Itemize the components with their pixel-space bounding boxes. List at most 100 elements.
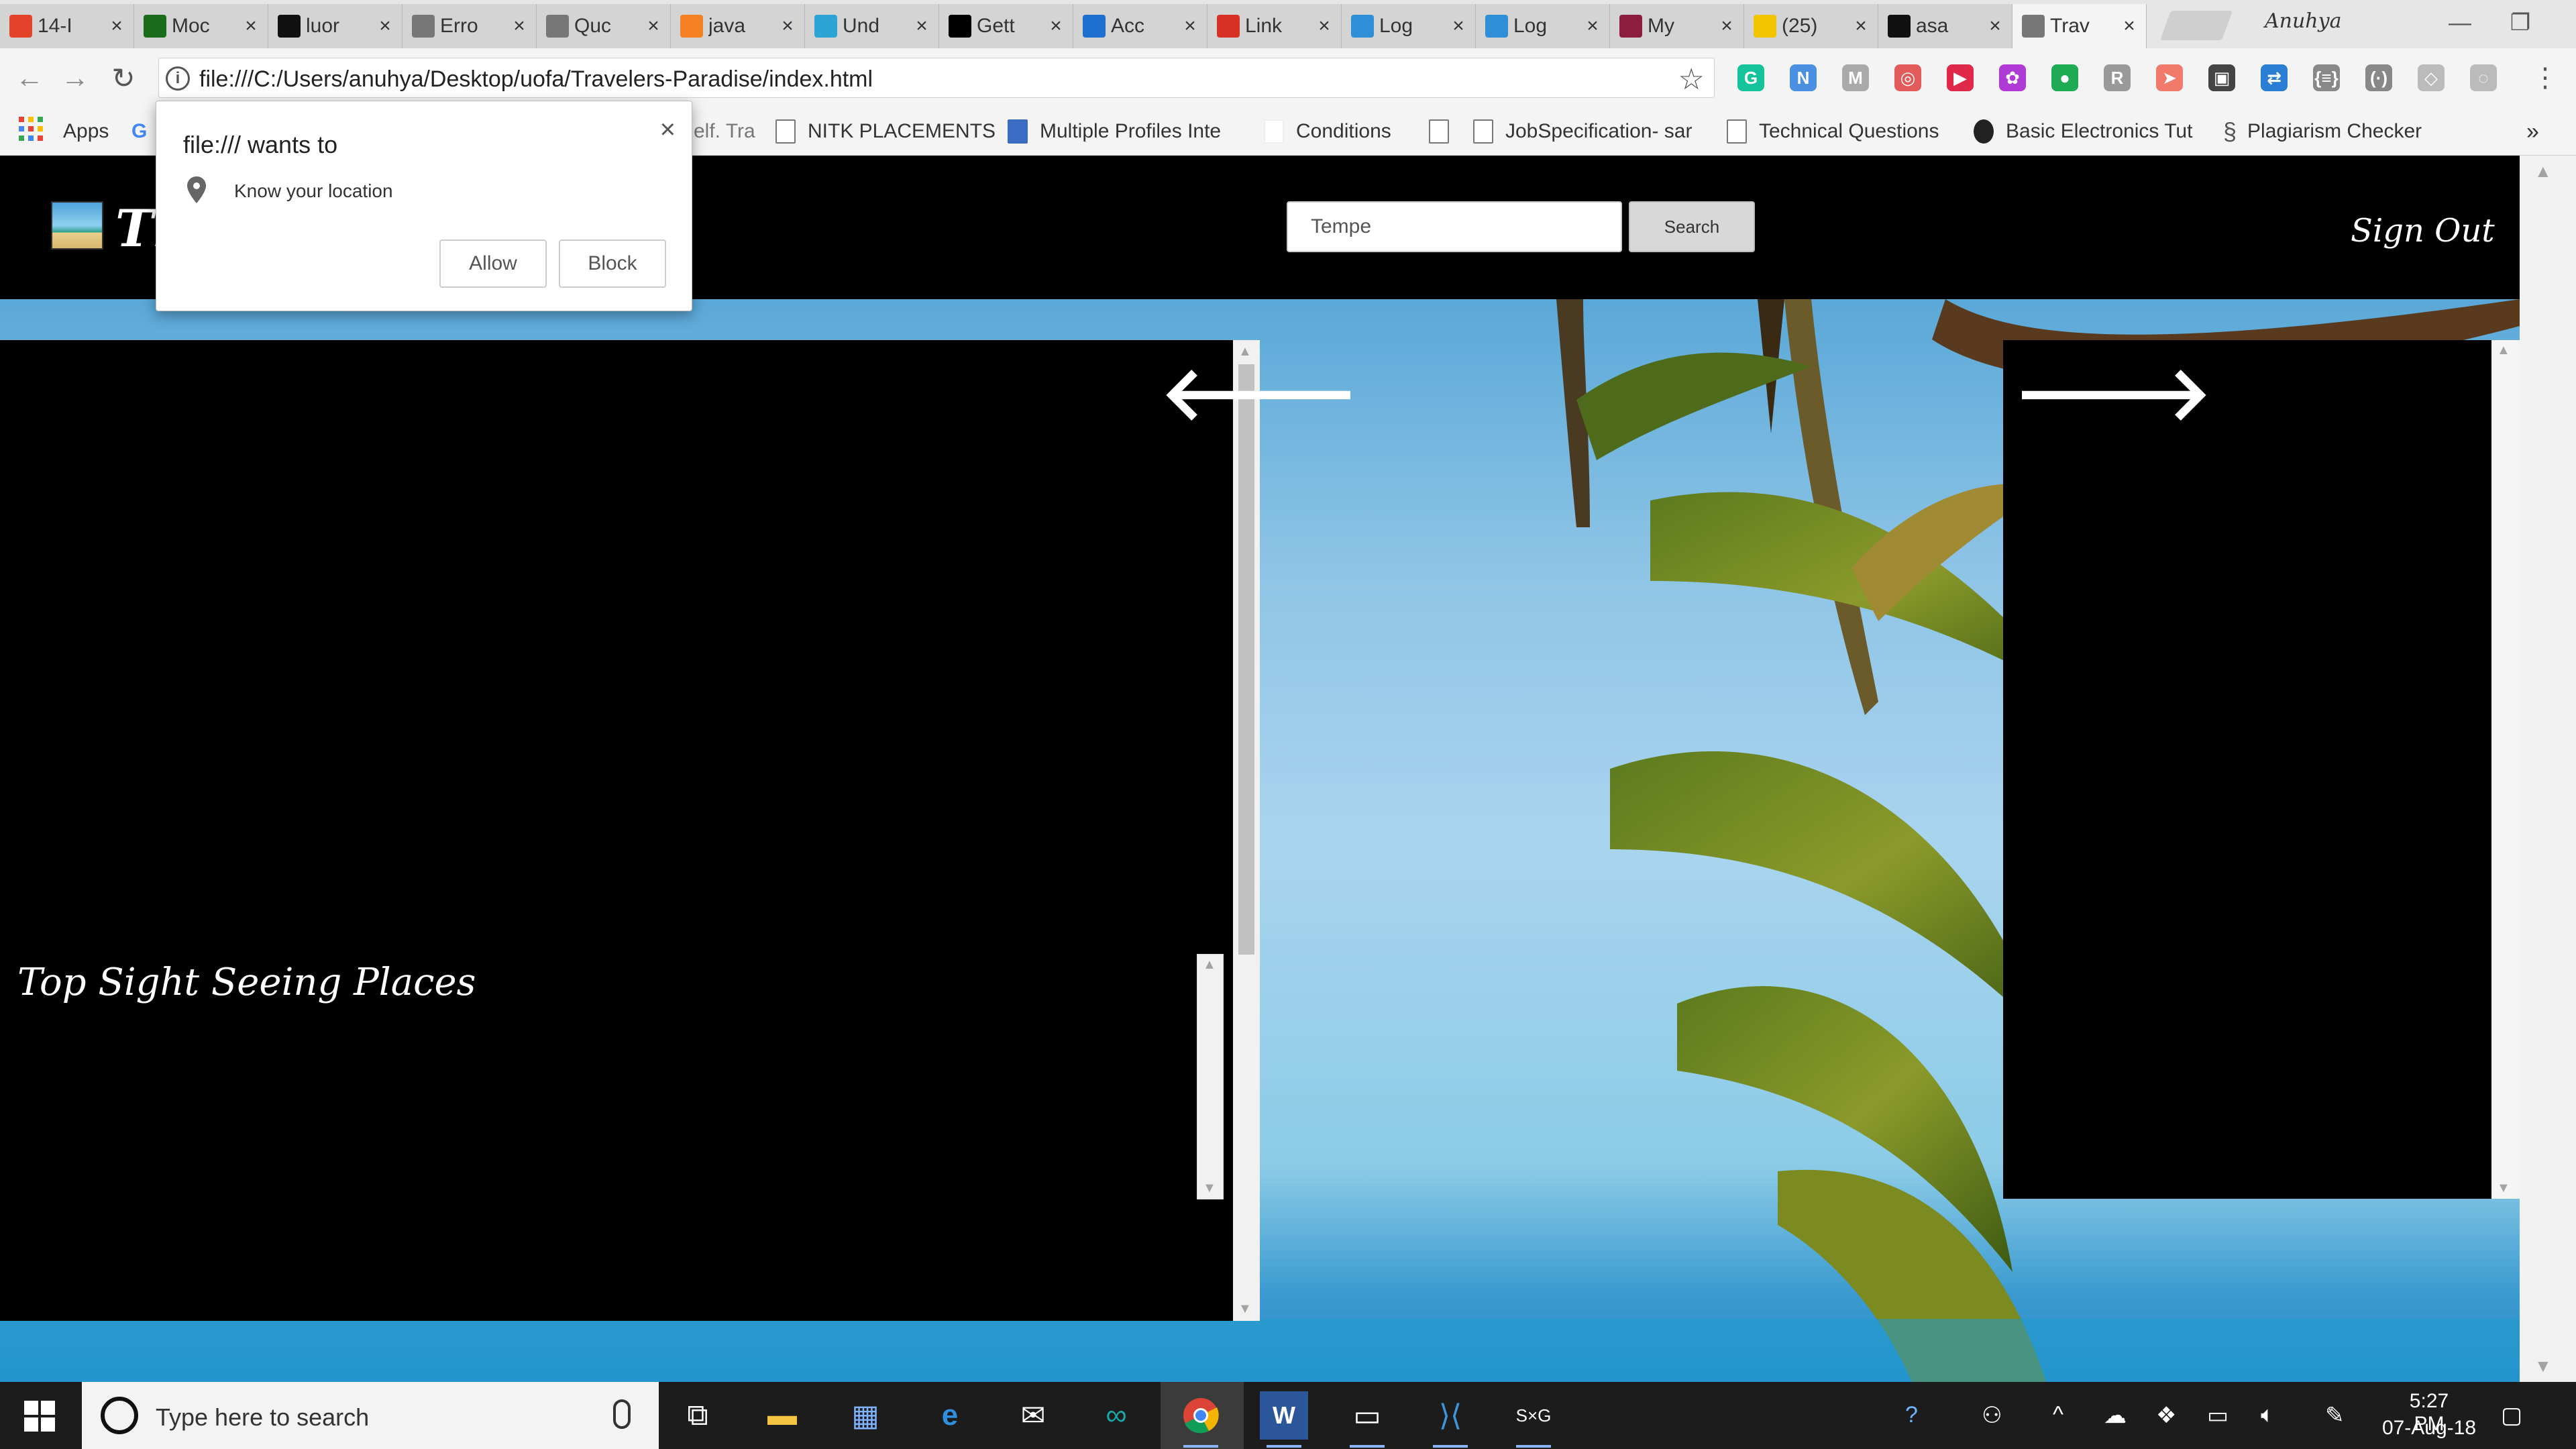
scroll-down-icon[interactable]: ▼ [2497,1181,2510,1196]
bookmark-plagiarism-checker[interactable]: § Plagiarism Checker [2223,117,2422,146]
file-explorer-icon[interactable]: ▬ [758,1391,806,1440]
scroll-up-icon[interactable]: ▲ [2534,161,2552,182]
close-tab-icon[interactable]: × [1718,15,1735,38]
extension-icon[interactable]: ▶ [1947,64,1974,91]
vscode-icon[interactable]: ⟩⟨ [1426,1391,1474,1448]
bookmark-multiple-profiles[interactable]: Multiple Profiles Inte [1008,117,1221,146]
close-tab-icon[interactable]: × [1584,15,1601,38]
close-icon[interactable]: × [660,115,676,145]
reload-icon[interactable]: ↻ [103,58,144,98]
bookmark-nitk-placements[interactable]: NITK PLACEMENTS [775,117,996,146]
forward-arrow-icon[interactable]: → [55,58,95,98]
browser-tab[interactable]: Gett × [939,4,1073,48]
show-hidden-icons[interactable]: ^ [2053,1402,2063,1428]
sxg-icon[interactable]: S×G [1509,1391,1558,1448]
sign-out-link[interactable]: Sign Out [2351,212,2495,250]
extension-icon[interactable]: ● [2051,64,2078,91]
close-tab-icon[interactable]: × [1852,15,1870,38]
dropbox-icon[interactable]: ❖ [2156,1402,2176,1429]
close-tab-icon[interactable]: × [913,15,930,38]
close-tab-icon[interactable]: × [1181,15,1199,38]
close-tab-icon[interactable]: × [2121,15,2138,38]
battery-icon[interactable]: ▭ [2207,1402,2229,1429]
extension-icon[interactable]: ◎ [1894,64,1921,91]
close-tab-icon[interactable]: × [376,15,394,38]
taskbar-search-placeholder[interactable]: Type here to search [156,1403,369,1432]
browser-tab[interactable]: Quc × [537,4,671,48]
extension-icon[interactable]: ➤ [2156,64,2183,91]
back-arrow-icon[interactable]: ← [9,58,50,98]
url-text[interactable]: file:///C:/Users/anuhya/Desktop/uofa/Tra… [199,66,873,93]
chrome-icon[interactable] [1177,1391,1225,1448]
task-view-icon[interactable]: ⧉ [674,1391,722,1440]
clock-date[interactable]: 07-Aug-18 [2379,1417,2479,1440]
browser-tab[interactable]: My × [1610,4,1744,48]
bookmark-job-specification[interactable]: JobSpecification- sar [1473,117,1692,146]
bookmark-self-tra[interactable]: elf. Tra [694,117,755,146]
browser-tab[interactable]: Und × [805,4,939,48]
people-icon[interactable]: ⚇ [1982,1402,2002,1429]
extension-icon[interactable]: M [1842,64,1869,91]
edge-icon[interactable]: e [926,1391,974,1440]
volume-icon[interactable]: 🔈︎ [2261,1402,2274,1428]
windows-start-icon[interactable] [24,1401,55,1432]
browser-tab[interactable]: Link × [1208,4,1342,48]
pen-icon[interactable]: ✎ [2325,1402,2345,1429]
extension-icon[interactable]: ◌ [2470,64,2497,91]
taskbar-search-box[interactable]: Type here to search [82,1382,659,1449]
bookmark-apps[interactable]: Apps [63,117,109,146]
extension-icon[interactable]: ⇄ [2261,64,2288,91]
browser-tab[interactable]: (25) × [1744,4,1878,48]
scrollbar-thumb[interactable] [1238,364,1254,955]
cortana-icon[interactable] [101,1397,138,1434]
browser-tab[interactable]: Log × [1476,4,1610,48]
extension-icon[interactable]: R [2104,64,2131,91]
scroll-down-icon[interactable]: ▼ [2534,1356,2552,1377]
browser-tab[interactable]: java × [671,4,805,48]
microphone-icon[interactable] [613,1399,631,1429]
profile-button[interactable]: Anuhya [2265,9,2341,33]
onedrive-icon[interactable]: ☁ [2104,1402,2127,1429]
browser-tab[interactable]: Log × [1342,4,1476,48]
extension-icon[interactable]: ▣ [2208,64,2235,91]
help-icon[interactable]: ? [1905,1402,1918,1428]
close-tab-icon[interactable]: × [1450,15,1467,38]
browser-tab[interactable]: Erro × [402,4,537,48]
previous-arrow-icon[interactable]: 🡐 [1161,357,1358,431]
scroll-down-icon[interactable]: ▼ [1203,1181,1216,1196]
panel-scrollbar[interactable]: ▲ ▼ [1233,340,1260,1321]
bookmark-folder[interactable] [1429,117,1461,146]
browser-tab[interactable]: asa × [1878,4,2012,48]
close-tab-icon[interactable]: × [645,15,662,38]
browser-tab[interactable]: Acc × [1073,4,1208,48]
close-tab-icon[interactable]: × [242,15,260,38]
beach-logo-icon[interactable] [51,201,103,250]
right-panel-scrollbar[interactable]: ▲ ▼ [2491,340,2520,1199]
allow-button[interactable]: Allow [439,239,547,288]
scroll-up-icon[interactable]: ▲ [2497,343,2510,358]
close-tab-icon[interactable]: × [1316,15,1333,38]
scroll-up-icon[interactable]: ▲ [1203,957,1216,973]
bookmark-star-icon[interactable]: ☆ [1678,62,1705,97]
arduino-icon[interactable]: ∞ [1092,1391,1140,1440]
extension-icon[interactable]: G [1737,64,1764,91]
page-scrollbar[interactable]: ▲ ▼ [2520,156,2576,1382]
browser-tab[interactable]: 14-I × [0,4,134,48]
bookmark-basic-electronics[interactable]: Basic Electronics Tut [1974,117,2192,146]
inner-scrollbar[interactable]: ▲ ▼ [1197,954,1224,1199]
bookmark-technical-questions[interactable]: Technical Questions [1727,117,1939,146]
city-search-input[interactable] [1287,201,1622,252]
close-tab-icon[interactable]: × [1986,15,2004,38]
info-icon[interactable]: i [166,66,190,91]
close-tab-icon[interactable]: × [1047,15,1065,38]
extension-icon[interactable]: ✿ [1999,64,2026,91]
browser-tab[interactable]: luor × [268,4,402,48]
mail-icon[interactable]: ✉ [1009,1391,1057,1440]
bookmark-conditions[interactable]: Conditions [1264,117,1391,146]
restore-icon[interactable]: ❐ [2490,4,2551,42]
menu-dots-icon[interactable]: ⋮ [2525,58,2565,98]
extension-icon[interactable]: N [1790,64,1817,91]
bookmarks-overflow-button[interactable]: » [2526,117,2539,146]
extension-icon[interactable]: {≡} [2313,64,2340,91]
terminal-icon[interactable]: ▭ [1343,1391,1391,1448]
